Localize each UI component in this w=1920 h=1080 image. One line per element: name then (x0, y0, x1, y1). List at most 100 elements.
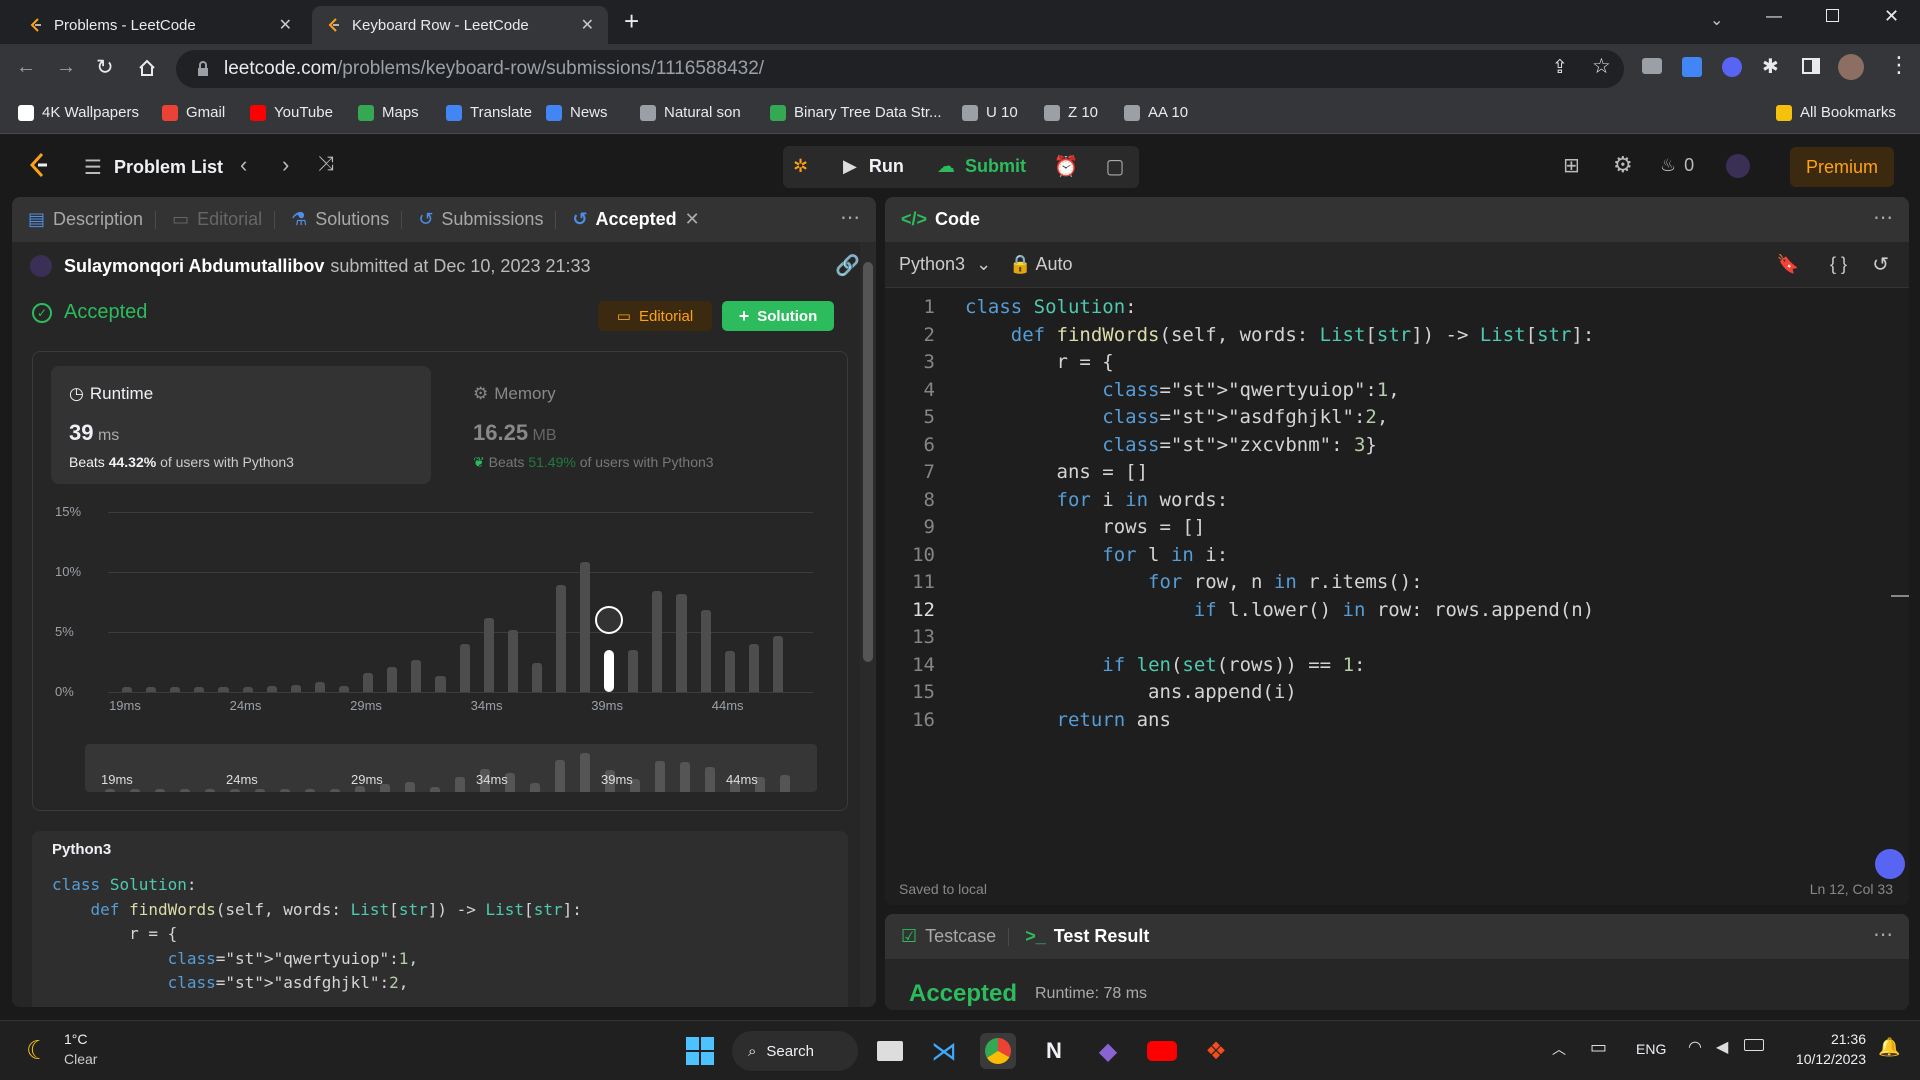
format-braces-icon[interactable]: { } (1830, 254, 1847, 275)
code-line[interactable]: 8 for i in words: (885, 489, 1885, 517)
address-bar[interactable]: leetcode.com/problems/keyboard-row/submi… (176, 50, 1624, 88)
add-solution-button[interactable]: + Solution (722, 301, 834, 331)
auto-mode[interactable]: 🔒 Auto (1009, 254, 1072, 275)
chart-bar[interactable] (772, 635, 784, 692)
close-tab-icon[interactable]: ✕ (581, 15, 594, 35)
chart-bar[interactable] (580, 562, 591, 692)
runtime-card[interactable]: ◷ Runtime 39 ms Beats 44.32% of users wit… (51, 366, 431, 484)
code-line[interactable]: 6 class="st">"zxcvbnm": 3} (885, 434, 1885, 462)
task-view-icon[interactable] (872, 1033, 908, 1069)
obsidian-icon[interactable]: ◆ (1090, 1033, 1126, 1069)
code-line[interactable]: 11 for row, n in r.items(): (885, 571, 1885, 599)
code-tab[interactable]: </> Code (901, 209, 980, 230)
tab-search-chevron-icon[interactable]: ⌄ (1710, 10, 1723, 30)
chart-bar[interactable] (194, 687, 205, 692)
bookmark-item[interactable]: Binary Tree Data Str... (770, 104, 942, 121)
memory-card[interactable]: ⚙ Memory 16.25 MB ❦ Beats 51.49% of users… (461, 366, 841, 484)
chart-bar[interactable] (170, 687, 181, 692)
debug-icon[interactable]: ✲ (793, 156, 815, 178)
submit-button[interactable]: ☁ Submit (937, 156, 1026, 177)
close-window-icon[interactable]: ✕ (1884, 6, 1899, 27)
home-icon[interactable] (137, 58, 157, 78)
bookmark-item[interactable]: Gmail (162, 104, 225, 121)
weather-desc[interactable]: Clear (64, 1051, 97, 1067)
chart-bar[interactable] (387, 666, 398, 692)
chart-bar[interactable] (652, 591, 663, 692)
chart-bar-highlight[interactable] (604, 650, 615, 692)
run-button[interactable]: ▶ Run (843, 156, 904, 177)
vscode-icon[interactable]: ⋊ (926, 1033, 962, 1069)
layout-icon[interactable]: ⊞ (1563, 153, 1580, 178)
code-line[interactable]: 3 r = { (885, 351, 1885, 379)
chart-bar[interactable] (266, 686, 277, 692)
more-options-icon[interactable]: ⋯ (1873, 205, 1893, 230)
side-panel-icon[interactable] (1802, 58, 1820, 74)
bookmark-item[interactable]: Translate (446, 104, 532, 121)
assistant-bubble-icon[interactable] (1875, 849, 1905, 879)
keyboard-icon[interactable]: ▭ (1590, 1037, 1607, 1058)
tab-description[interactable]: ▤ Description (28, 209, 143, 230)
reload-icon[interactable]: ↻ (96, 55, 114, 80)
code-line[interactable]: 1 class Solution: (885, 296, 1885, 324)
chart-bar[interactable] (531, 663, 542, 692)
bookmark-item[interactable]: 4K Wallpapers (18, 104, 139, 121)
code-line[interactable]: 12 if l.lower() in row: rows.append(n) (885, 599, 1885, 627)
premium-button[interactable]: Premium (1790, 147, 1894, 187)
bookmark-icon[interactable]: 🔖 (1777, 254, 1799, 275)
clock-date[interactable]: 10/12/2023 (1772, 1051, 1866, 1067)
battery-icon[interactable] (1744, 1039, 1764, 1051)
chrome-icon[interactable] (980, 1033, 1016, 1069)
timer-icon[interactable]: ⏰ (1045, 146, 1087, 188)
figma-icon[interactable]: ❖ (1198, 1033, 1234, 1069)
chart-range-selector[interactable]: 19ms 24ms 29ms 34ms 39ms 44ms (85, 744, 817, 792)
tray-chevron-icon[interactable]: ︿ (1552, 1039, 1566, 1059)
settings-gear-icon[interactable]: ⚙ (1613, 152, 1633, 178)
close-tab-icon[interactable]: ✕ (685, 209, 700, 230)
profile-avatar[interactable] (1838, 54, 1864, 80)
tab-solutions[interactable]: ⚗ Solutions (291, 209, 389, 230)
code-line[interactable]: 15 ans.append(i) (885, 681, 1885, 709)
chart-bar[interactable] (122, 687, 133, 692)
start-button[interactable] (682, 1033, 718, 1069)
left-scrollbar[interactable] (860, 242, 876, 1007)
forward-icon[interactable]: → (56, 56, 76, 79)
bookmark-item[interactable]: U 10 (962, 104, 1018, 121)
chart-bar[interactable] (314, 682, 325, 692)
browser-tab-problems[interactable]: Problems - LeetCode ✕ (14, 6, 306, 44)
prev-problem-icon[interactable]: ‹ (240, 152, 247, 178)
leetcode-logo-icon[interactable] (28, 152, 50, 178)
new-tab-button[interactable]: + (624, 6, 639, 37)
code-line[interactable]: 13 (885, 626, 1885, 654)
chart-bar[interactable] (146, 687, 157, 692)
back-icon[interactable]: ← (16, 56, 36, 79)
taskbar-search[interactable]: ⌕ Search (732, 1031, 858, 1071)
code-line[interactable]: 16 return ans (885, 709, 1885, 737)
reset-icon[interactable]: ↺ (1872, 252, 1889, 277)
chart-bar[interactable] (700, 610, 711, 692)
camera-extension-icon[interactable] (1642, 58, 1662, 74)
code-line[interactable]: 5 class="st">"asdfghjkl":2, (885, 406, 1885, 434)
code-line[interactable]: 2 def findWords(self, words: List[str]) … (885, 324, 1885, 352)
input-language[interactable]: ENG (1636, 1041, 1666, 1057)
tab-test-result[interactable]: >_ Test Result (1025, 926, 1149, 947)
code-line[interactable]: 7 ans = [] (885, 461, 1885, 489)
youtube-icon[interactable] (1144, 1033, 1180, 1069)
bookmark-item[interactable]: Z 10 (1044, 104, 1098, 121)
chart-bar[interactable] (338, 686, 350, 692)
notification-bell-icon[interactable]: 🔔 (1878, 1037, 1900, 1058)
chart-bar[interactable] (507, 629, 518, 692)
chart-bar[interactable] (748, 644, 759, 692)
language-select[interactable]: Python3 ⌄ (899, 254, 991, 275)
wifi-icon[interactable]: ◠ (1688, 1037, 1702, 1057)
chart-bar[interactable] (628, 650, 639, 692)
code-line[interactable]: 14 if len(set(rows)) == 1: (885, 654, 1885, 682)
chart-bar[interactable] (555, 585, 567, 692)
scrollbar-thumb[interactable] (863, 262, 873, 662)
problem-list-button[interactable]: ☰ Problem List (84, 155, 223, 180)
all-bookmarks[interactable]: All Bookmarks (1776, 104, 1896, 121)
tab-submissions[interactable]: ↺ Submissions (418, 209, 543, 230)
share-icon[interactable]: ⇪ (1552, 56, 1568, 79)
bookmark-item[interactable]: Maps (358, 104, 419, 121)
chart-bar[interactable] (363, 672, 374, 692)
weather-temp[interactable]: 1°C (64, 1031, 88, 1047)
